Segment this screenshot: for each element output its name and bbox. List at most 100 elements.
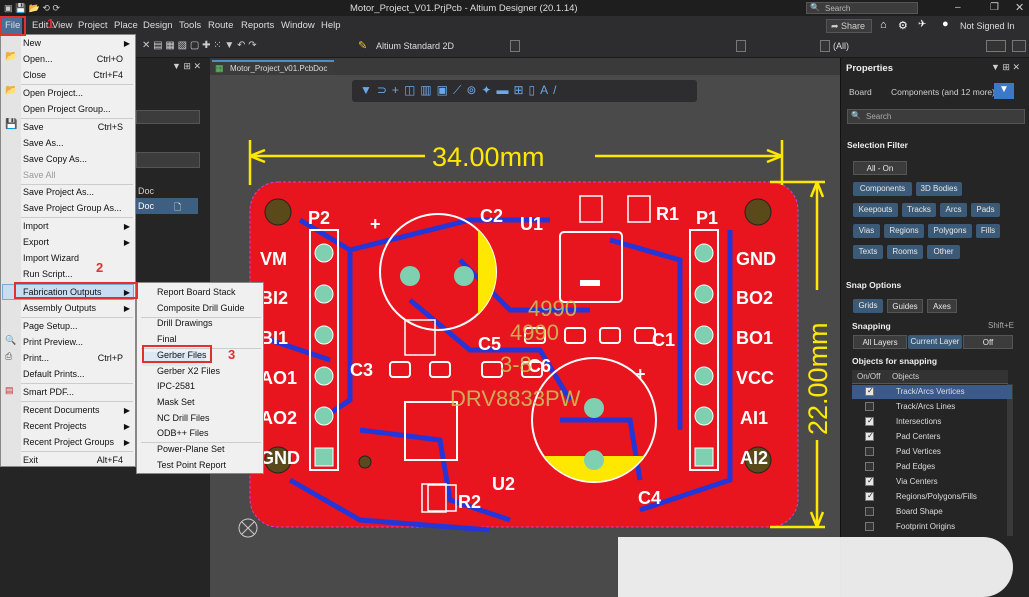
panel-controls[interactable]: ▼ ⊞ ✕ xyxy=(172,61,201,72)
menu-item-save-all[interactable]: Save All xyxy=(23,170,56,180)
pcb-board-view[interactable]: 34.00mm 22.00mm P2 C2 U1 R1 P1 VM GND BI… xyxy=(210,100,840,590)
submenu-item-composite-drill-guide[interactable]: Composite Drill Guide xyxy=(157,303,245,313)
snap-object-row[interactable]: Pad Edges xyxy=(852,460,1012,474)
menu-item-save-project-as[interactable]: Save Project As... xyxy=(23,187,94,197)
snap-object-checkbox[interactable] xyxy=(865,462,874,471)
menu-help[interactable]: Help xyxy=(321,20,341,31)
submenu-item-final[interactable]: Final xyxy=(157,334,177,344)
filter-arcs[interactable]: Arcs xyxy=(940,203,967,217)
snap-object-row[interactable]: Board Shape xyxy=(852,505,1012,519)
snap-current-layer[interactable]: Current Layer xyxy=(908,335,962,349)
menu-item-import[interactable]: Import xyxy=(23,221,49,231)
menu-item-default-prints[interactable]: Default Prints... xyxy=(23,369,85,379)
toolbar-icons[interactable]: ✕ ▤ ▦ ▧ ▢ ✚ ⁙ ▼ ↶ ↷ xyxy=(142,40,257,51)
filter-vias[interactable]: Vias xyxy=(853,224,880,238)
menu-edit[interactable]: Edit xyxy=(32,20,48,31)
filter-other[interactable]: Other xyxy=(927,245,960,259)
menu-item-save-as[interactable]: Save As... xyxy=(23,138,64,148)
menu-item-export[interactable]: Export xyxy=(23,237,49,247)
menu-view[interactable]: View xyxy=(52,20,72,31)
snap-object-row[interactable]: ✓ Track/Arcs Vertices xyxy=(852,385,1012,399)
notifications-icon[interactable]: ✈ xyxy=(918,19,926,30)
menu-item-save[interactable]: Save xyxy=(23,122,44,132)
quick-access-icons[interactable]: ▣ 💾 📂 ⟲ ⟳ xyxy=(4,3,64,13)
menu-item-recent-documents[interactable]: Recent Documents xyxy=(23,405,100,415)
filter-3d-bodies[interactable]: 3D Bodies xyxy=(916,182,962,196)
panel-dropdown[interactable] xyxy=(136,152,200,168)
menu-item-close[interactable]: Close xyxy=(23,70,46,80)
menu-item-save-project-group-as[interactable]: Save Project Group As... xyxy=(23,203,122,213)
filter-regions[interactable]: Regions xyxy=(884,224,924,238)
submenu-item-test-point-report[interactable]: Test Point Report xyxy=(157,460,226,470)
menu-item-print-preview[interactable]: Print Preview... xyxy=(23,337,83,347)
submenu-item-report-board-stack[interactable]: Report Board Stack xyxy=(157,287,236,297)
submenu-item-mask-set[interactable]: Mask Set xyxy=(157,397,195,407)
menu-tools[interactable]: Tools xyxy=(179,20,201,31)
menu-item-open-project-group[interactable]: Open Project Group... xyxy=(23,104,111,114)
menu-item-exit[interactable]: Exit xyxy=(23,455,38,465)
panel-controls-right[interactable]: ▼ ⊞ ✕ xyxy=(991,62,1020,73)
sign-in-status[interactable]: Not Signed In xyxy=(960,21,1015,31)
filter-tracks[interactable]: Tracks xyxy=(902,203,936,217)
snap-object-checkbox[interactable] xyxy=(865,522,874,531)
filter-button[interactable]: ▼ xyxy=(994,83,1014,99)
snap-object-row[interactable]: ✓ Via Centers xyxy=(852,475,1012,489)
selection-filter-heading[interactable]: Selection Filter xyxy=(847,140,908,150)
snap-object-row[interactable]: Footprint Origins xyxy=(852,520,1012,534)
snap-object-checkbox[interactable]: ✓ xyxy=(865,386,874,396)
menu-route[interactable]: Route xyxy=(208,20,233,31)
doc-item-selected[interactable]: Doc 🗋 xyxy=(136,198,198,214)
user-icon[interactable]: ● xyxy=(942,18,949,30)
filter-polygons[interactable]: Polygons xyxy=(928,224,972,238)
snap-object-checkbox[interactable] xyxy=(865,507,874,516)
snap-object-checkbox[interactable]: ✓ xyxy=(865,431,874,441)
menu-item-import-wizard[interactable]: Import Wizard xyxy=(23,253,79,263)
menu-item-print[interactable]: Print... xyxy=(23,353,49,363)
active-bar-tools[interactable]: ▼⊃+◫▥▣⟋⊚✦▬⊞▯A/ xyxy=(360,83,561,98)
submenu-item-power-plane-set[interactable]: Power-Plane Set xyxy=(157,444,225,454)
menu-item-new[interactable]: New xyxy=(23,38,41,48)
snap-object-checkbox[interactable]: ✓ xyxy=(865,491,874,501)
menu-item-smart-pdf[interactable]: Smart PDF... xyxy=(23,387,74,397)
menu-item-assembly-outputs[interactable]: Assembly Outputs xyxy=(23,303,96,313)
view-dropdown[interactable] xyxy=(986,40,1006,52)
search-box[interactable]: 🔍 Search xyxy=(806,2,918,14)
menu-item-open-project[interactable]: Open Project... xyxy=(23,88,83,98)
share-button[interactable]: ➦ Share xyxy=(826,19,872,33)
snap-object-checkbox[interactable] xyxy=(865,447,874,456)
menu-design[interactable]: Design xyxy=(143,20,173,31)
filter-dropdown[interactable] xyxy=(820,40,830,52)
snap-object-checkbox[interactable]: ✓ xyxy=(865,476,874,486)
menu-item-save-copy-as[interactable]: Save Copy As... xyxy=(23,154,87,164)
all-on-button[interactable]: All - On xyxy=(853,161,907,175)
home-icon[interactable]: ⌂ xyxy=(880,19,887,31)
close-button[interactable]: ✕ xyxy=(1015,1,1024,14)
snap-off[interactable]: Off xyxy=(963,335,1013,349)
snap-object-row[interactable]: ✓ Regions/Polygons/Fills xyxy=(852,490,1012,504)
snap-object-row[interactable]: ✓ Pad Centers xyxy=(852,430,1012,444)
properties-search[interactable]: 🔍 Search xyxy=(847,109,1025,124)
view-dropdown-2[interactable] xyxy=(1012,40,1026,52)
toolbar-dropdown[interactable] xyxy=(736,40,746,52)
menu-window[interactable]: Window xyxy=(281,20,315,31)
snap-options-heading[interactable]: Snap Options xyxy=(846,280,901,290)
snap-all-layers[interactable]: All Layers xyxy=(853,335,907,349)
snap-object-row[interactable]: ✓ Intersections xyxy=(852,415,1012,429)
submenu-item-gerber-x2-files[interactable]: Gerber X2 Files xyxy=(157,366,220,376)
filter-texts[interactable]: Texts xyxy=(853,245,883,259)
gear-icon[interactable]: ⚙ xyxy=(898,19,908,32)
menu-reports[interactable]: Reports xyxy=(241,20,274,31)
snap-object-checkbox[interactable] xyxy=(865,402,874,411)
submenu-item-drill-drawings[interactable]: Drill Drawings xyxy=(157,318,213,328)
maximize-button[interactable]: ❐ xyxy=(990,2,999,13)
snap-grids[interactable]: Grids xyxy=(853,299,883,313)
menu-project[interactable]: Project xyxy=(78,20,108,31)
snap-object-row[interactable]: Track/Arcs Lines xyxy=(852,400,1012,414)
minimize-button[interactable]: – xyxy=(955,2,961,13)
filter-pads[interactable]: Pads xyxy=(971,203,1000,217)
doc-item-1[interactable]: Doc xyxy=(138,186,154,196)
layer-stack-dropdown[interactable] xyxy=(510,40,520,52)
menu-item-recent-projects[interactable]: Recent Projects xyxy=(23,421,87,431)
filter-fills[interactable]: Fills xyxy=(976,224,1000,238)
filter-components[interactable]: Components xyxy=(853,182,912,196)
